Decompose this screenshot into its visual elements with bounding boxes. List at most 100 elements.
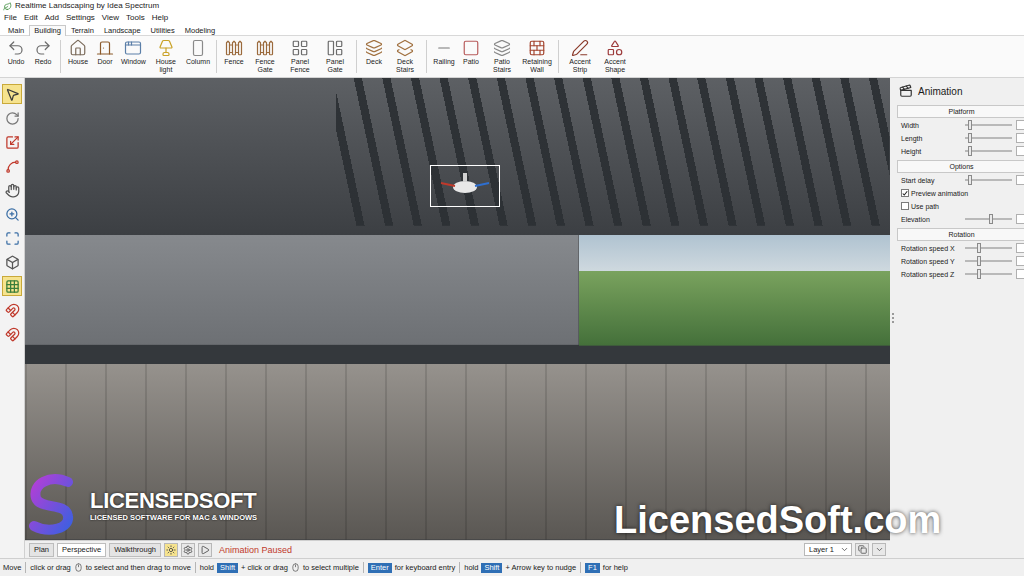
check-icon (902, 190, 908, 197)
value-field[interactable] (1016, 214, 1024, 224)
value-field[interactable] (1016, 243, 1024, 253)
ribbon-tab[interactable]: Modeling (180, 25, 220, 36)
slider-label: Rotation speed X (901, 245, 963, 252)
ribbon-tab[interactable]: Main (3, 25, 29, 36)
ribbon-button[interactable]: Fence (221, 38, 247, 67)
checkbox-row[interactable]: Use path (897, 200, 1024, 212)
ribbon-tab[interactable]: Utilities (146, 25, 180, 36)
menu-item[interactable]: Help (152, 13, 168, 23)
ribbon-button[interactable]: Window (119, 38, 148, 67)
tool-button[interactable] (2, 300, 22, 320)
view-control-button[interactable] (181, 543, 195, 557)
slider-thumb[interactable] (977, 243, 981, 253)
menu-item[interactable]: Edit (24, 13, 38, 23)
menu-item[interactable]: Tools (126, 13, 145, 23)
ribbon-button[interactable]: Patio (458, 38, 484, 67)
value-field[interactable] (1016, 175, 1024, 185)
layers-icon (858, 545, 867, 554)
properties-panel: AnimationPlatformWidthLengthHeightOption… (895, 78, 1024, 558)
checkbox[interactable] (901, 189, 909, 197)
menu-item[interactable]: Settings (66, 13, 95, 23)
tool-button[interactable] (2, 132, 22, 152)
tool-button[interactable] (2, 180, 22, 200)
slider-track[interactable] (965, 179, 1012, 181)
slider-track[interactable] (965, 273, 1012, 275)
key-badge: Enter (368, 563, 392, 573)
tool-button[interactable] (2, 204, 22, 224)
view-tab[interactable]: Walkthrough (109, 543, 161, 557)
menu-item[interactable]: View (102, 13, 119, 23)
value-field[interactable] (1016, 120, 1024, 130)
ribbon-button[interactable]: Panel Gate (318, 38, 352, 75)
tool-button[interactable] (2, 276, 22, 296)
checkbox-row[interactable]: Preview animation (897, 187, 1024, 199)
tool-button[interactable] (2, 324, 22, 344)
ribbon-button[interactable]: Retaining Wall (520, 38, 554, 75)
menu-item[interactable]: Add (45, 13, 59, 23)
slider-thumb[interactable] (968, 146, 972, 156)
ribbon-button[interactable]: Accent Shape (598, 38, 632, 75)
layer-menu-button[interactable] (872, 543, 886, 556)
value-field[interactable] (1016, 269, 1024, 279)
tool-icon (69, 39, 87, 57)
slider-track[interactable] (965, 137, 1012, 139)
slider-track[interactable] (965, 247, 1012, 249)
ribbon-button[interactable]: Fence Gate (248, 38, 282, 75)
ribbon-tab[interactable]: Terrain (66, 25, 99, 36)
view-control-button[interactable] (198, 543, 212, 557)
ribbon-button[interactable]: Column (184, 38, 212, 67)
ribbon-button[interactable]: Undo (3, 38, 29, 67)
slider-thumb[interactable] (977, 256, 981, 266)
ribbon-button[interactable]: Panel Fence (283, 38, 317, 75)
selection-box[interactable] (430, 165, 500, 207)
slider-track[interactable] (965, 218, 1012, 220)
slider-thumb[interactable] (977, 269, 981, 279)
slider-thumb[interactable] (968, 175, 972, 185)
view-control-button[interactable] (164, 543, 178, 557)
slider-thumb[interactable] (989, 214, 993, 224)
scene-render[interactable] (25, 78, 890, 540)
tool-icon (157, 39, 175, 57)
checkbox[interactable] (901, 202, 909, 210)
tool-icon (435, 39, 453, 57)
menu-item[interactable]: File (4, 13, 17, 23)
value-field[interactable] (1016, 256, 1024, 266)
ribbon-button-label: Deck Stairs (390, 58, 420, 74)
slider-track[interactable] (965, 260, 1012, 262)
value-field[interactable] (1016, 133, 1024, 143)
ribbon-button[interactable]: Door (92, 38, 118, 67)
view-tab[interactable]: Plan (29, 543, 54, 557)
layers-button[interactable] (855, 543, 869, 556)
status-segment: click or dragto select and then drag to … (30, 563, 191, 572)
tool-button[interactable] (2, 228, 22, 248)
tool-button[interactable] (2, 84, 22, 104)
slider-thumb[interactable] (968, 133, 972, 143)
slider-row: Height (897, 145, 1024, 157)
ribbon-button[interactable]: Deck Stairs (388, 38, 422, 75)
ribbon-divider (60, 40, 61, 73)
tool-button[interactable] (2, 108, 22, 128)
ribbon-button[interactable]: Patio Stairs (485, 38, 519, 75)
ribbon-button[interactable]: Railing (431, 38, 457, 67)
slider-track[interactable] (965, 124, 1012, 126)
ribbon-button[interactable]: House (65, 38, 91, 67)
ribbon-button[interactable]: Redo (30, 38, 56, 67)
slider-track[interactable] (965, 150, 1012, 152)
status-text: hold (200, 563, 214, 572)
tool-icon (96, 39, 114, 57)
ribbon-button[interactable]: House light (149, 38, 183, 75)
snap-icon (5, 303, 20, 318)
layer-select[interactable]: Layer 1 (804, 543, 852, 556)
value-field[interactable] (1016, 146, 1024, 156)
status-segment: Move (3, 563, 21, 572)
ribbon-button[interactable]: Deck (361, 38, 387, 67)
ribbon-tab[interactable]: Landscape (99, 25, 146, 36)
view-tab[interactable]: Perspective (57, 543, 106, 557)
tool-button[interactable] (2, 156, 22, 176)
ribbon-tab[interactable]: Building (29, 25, 66, 36)
slider-thumb[interactable] (968, 120, 972, 130)
watermark-brand: LICENSEDSOFT (90, 489, 257, 513)
tool-button[interactable] (2, 252, 22, 272)
ribbon-button-label: Fence (224, 58, 243, 66)
ribbon-button[interactable]: Accent Strip (563, 38, 597, 75)
